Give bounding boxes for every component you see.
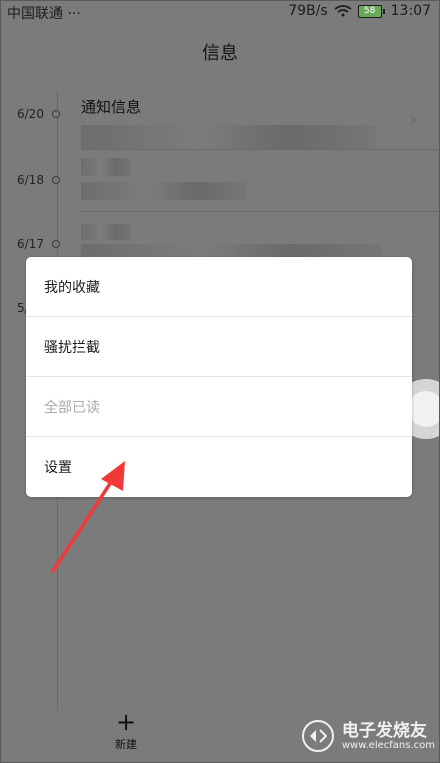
blurred-preview [81,125,376,149]
timeline-dot [52,110,60,118]
title-bar: 信息 [1,23,439,79]
blurred-preview [81,182,246,200]
menu-item-spam-block[interactable]: 骚扰拦截 [26,317,412,377]
new-message-button[interactable]: + 新建 [101,710,151,752]
menu-item-favorites[interactable]: 我的收藏 [26,257,412,317]
page-title: 信息 [202,43,238,64]
menu-item-settings[interactable]: 设置 [26,437,412,497]
date-label: 6/17 [17,237,44,251]
date-label: 6/20 [17,107,44,121]
divider [81,149,439,150]
battery-icon: 58 [357,4,385,18]
timeline-dot [52,176,60,184]
blurred-sender [81,158,131,176]
overflow-menu: 我的收藏 骚扰拦截 全部已读 设置 [26,257,412,497]
menu-item-mark-all-read: 全部已读 [26,377,412,437]
watermark: 电子发烧友 www.elecfans.com [300,718,435,754]
screen: 中国联通 ··· 79B/s 58 13:07 信息 6/20 通知信息 › 6… [0,0,440,763]
watermark-title: 电子发烧友 [341,720,427,741]
more-indicator: ··· [67,6,81,22]
logo-icon [301,720,334,752]
plus-icon: + [115,708,137,736]
wifi-icon [334,5,352,17]
timeline-dot [52,240,60,248]
new-label: 新建 [115,738,137,751]
list-item-title: 通知信息 [81,98,142,116]
blurred-sender [81,224,131,240]
bottom-bar: + 新建 电子发烧友 www.elecfans.com [1,702,439,762]
chevron-right-icon: › [409,109,417,130]
net-speed: 79B/s [288,3,328,19]
status-bar: 中国联通 ··· 79B/s 58 13:07 [1,1,439,23]
list-item[interactable] [81,158,409,200]
clock: 13:07 [390,3,431,19]
watermark-url: www.elecfans.com [341,739,435,751]
battery-level: 58 [363,6,376,16]
list-item[interactable]: 通知信息 [81,96,409,149]
carrier-label: 中国联通 [7,6,63,22]
divider [81,211,439,212]
date-label: 6/18 [17,173,44,187]
